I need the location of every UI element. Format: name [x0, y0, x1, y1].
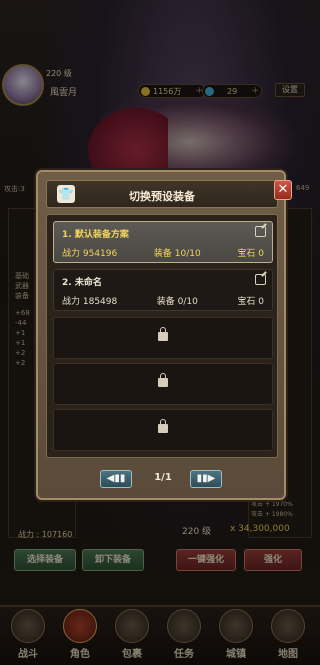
preset-power: 战力 185498 — [62, 297, 118, 307]
close-button[interactable]: ✕ — [274, 180, 292, 200]
locked-preset-slot[interactable] — [53, 363, 273, 405]
lock-icon — [158, 373, 168, 387]
preset-item-2[interactable]: 2. 未命名 战力 185498 装备 0/10 宝石 0 — [53, 269, 273, 311]
lock-icon — [158, 419, 168, 433]
pagination: ◀▮▮ 1/1 ▮▮▶ — [38, 470, 284, 494]
preset-name: 2. 未命名 — [62, 278, 102, 288]
prev-page-button[interactable]: ◀▮▮ — [100, 470, 132, 488]
preset-equip-count: 装备 0/10 — [156, 297, 198, 307]
preset-gems: 宝石 0 — [237, 249, 264, 259]
locked-preset-slot[interactable] — [53, 409, 273, 451]
dialog-title: 切换预设装备 — [129, 190, 195, 203]
next-page-button[interactable]: ▮▮▶ — [190, 470, 222, 488]
preset-equipment-dialog: 👕 切换预设装备 1. 默认装备方案 战力 954196 装备 10/10 宝石… — [36, 170, 286, 500]
preset-power: 战力 954196 — [62, 249, 118, 259]
preset-list: 1. 默认装备方案 战力 954196 装备 10/10 宝石 0 2. 未命名… — [46, 214, 278, 458]
edit-icon[interactable] — [255, 226, 266, 237]
preset-gems: 宝石 0 — [237, 297, 264, 307]
locked-preset-slot[interactable] — [53, 317, 273, 359]
preset-stats: 战力 185498 装备 0/10 宝石 0 — [62, 294, 264, 307]
lock-icon — [158, 327, 168, 341]
edit-icon[interactable] — [255, 274, 266, 285]
preset-name: 1. 默认装备方案 — [62, 230, 129, 240]
preset-equip-count: 装备 10/10 — [153, 249, 201, 259]
preset-item-1[interactable]: 1. 默认装备方案 战力 954196 装备 10/10 宝石 0 — [53, 221, 273, 263]
page-indicator: 1/1 — [154, 472, 172, 483]
dialog-header: 👕 切换预设装备 — [46, 180, 278, 208]
preset-stats: 战力 954196 装备 10/10 宝石 0 — [62, 246, 264, 259]
